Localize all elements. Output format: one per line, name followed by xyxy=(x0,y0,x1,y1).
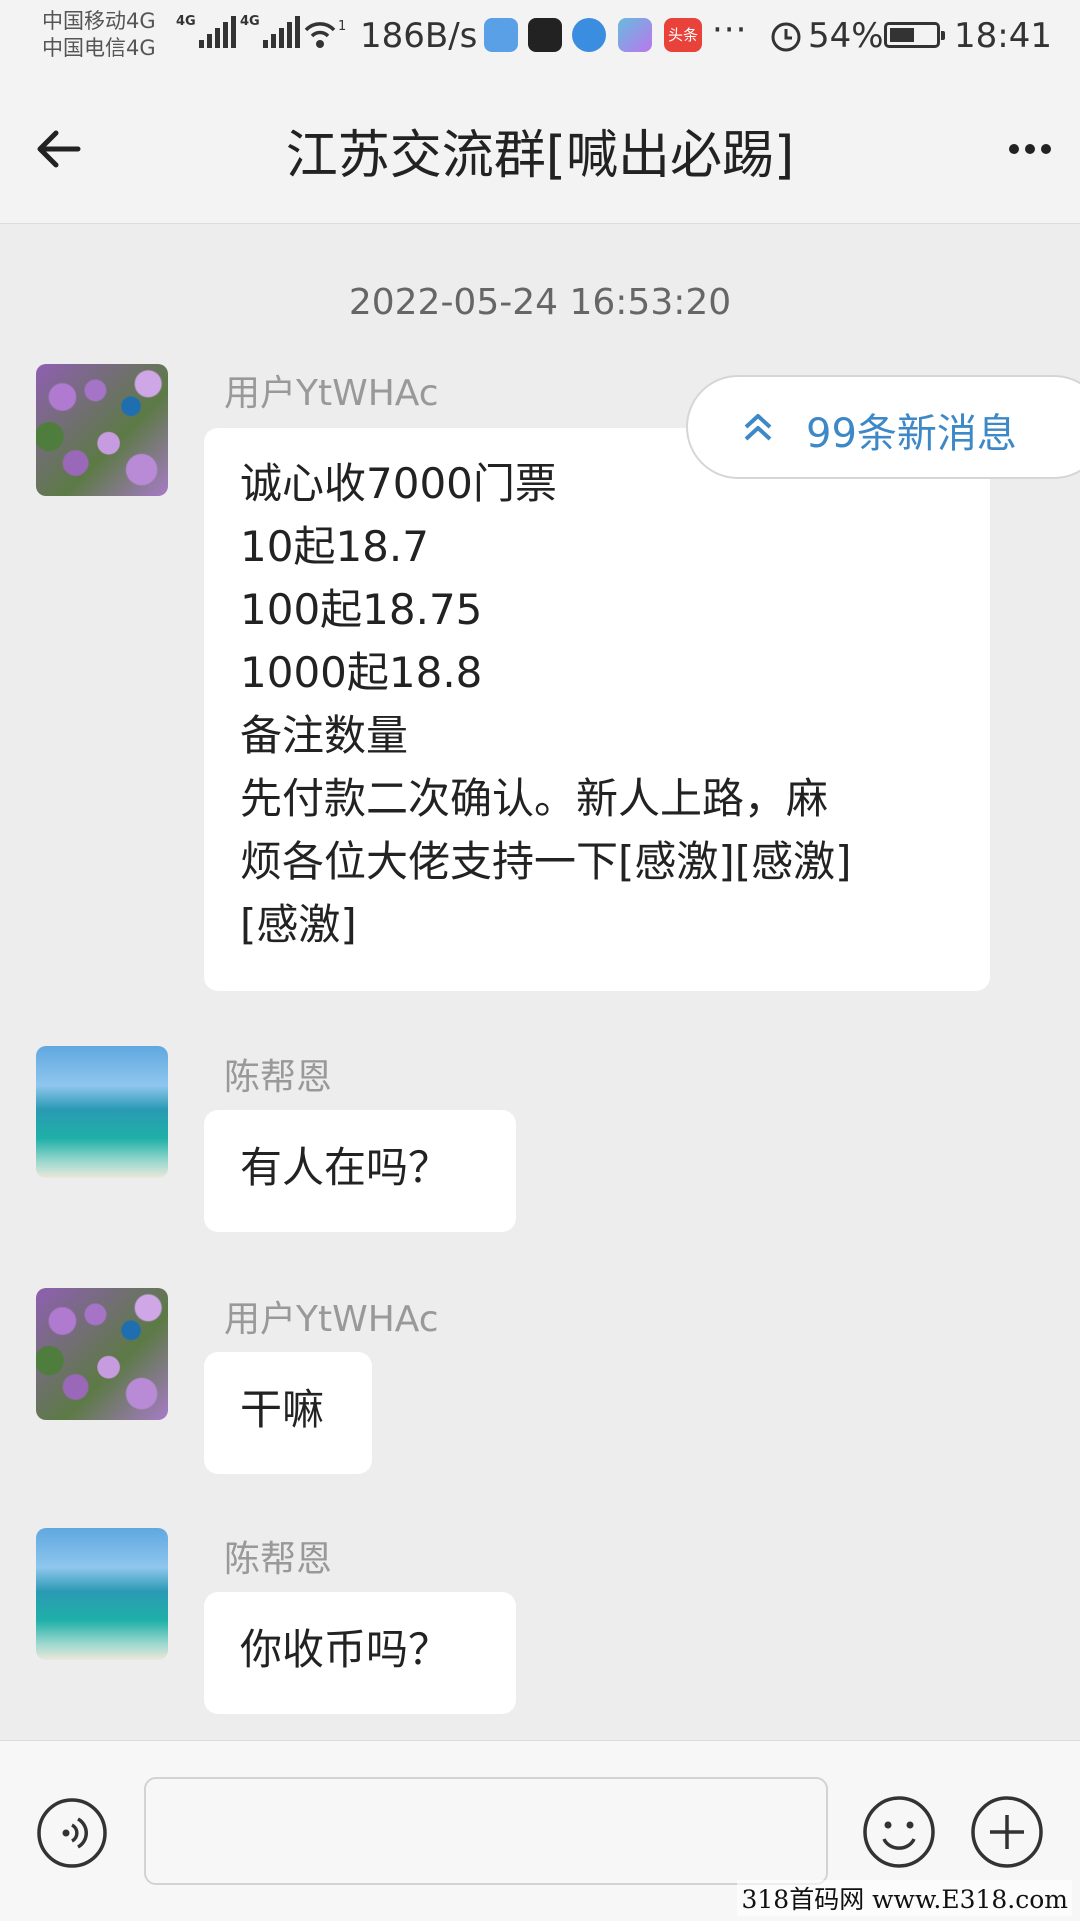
message-line: 有人在吗？ xyxy=(240,1143,451,1192)
message-bubble[interactable]: 有人在吗？ xyxy=(204,1110,516,1232)
signal-1-icon: 4G xyxy=(176,14,236,48)
toutiao-app-icon: 头条 xyxy=(664,18,702,52)
message-bubble[interactable]: 诚心收7000门票 10起18.7 100起18.75 1000起18.8 备注… xyxy=(204,428,990,991)
capcut-app-icon xyxy=(528,18,562,52)
message-line: 备注数量 xyxy=(240,711,409,760)
battery-percent: 54% xyxy=(808,16,884,56)
status-bar: 中国移动4G 中国电信4G 4G 4G 1 186B/s 头条 ··· 54% … xyxy=(0,0,1080,75)
site-watermark: 318首码网 www.E318.com xyxy=(737,1880,1072,1916)
emoji-icon[interactable] xyxy=(862,1795,936,1869)
message-bubble[interactable]: 你收币吗？ xyxy=(204,1592,516,1714)
avatar[interactable] xyxy=(36,1288,168,1420)
message-input[interactable] xyxy=(144,1777,828,1885)
clock: 18:41 xyxy=(954,16,1052,56)
network-speed: 186B/s xyxy=(360,16,478,56)
message-line: 烦各位大佬支持一下[感激][感激] xyxy=(240,837,852,886)
signal-2-icon: 4G xyxy=(240,14,300,48)
message-line: [感激] xyxy=(240,900,357,949)
sender-name: 用户YtWHAc xyxy=(224,1299,439,1340)
plus-icon[interactable] xyxy=(970,1795,1044,1869)
chat-title: 江苏交流群[喊出必踢] xyxy=(285,126,795,186)
message-line: 100起18.75 xyxy=(240,585,483,634)
message-timestamp: 2022-05-24 16:53:20 xyxy=(348,282,732,323)
carrier-info: 中国移动4G 中国电信4G xyxy=(42,8,156,62)
carrier-1: 中国移动4G xyxy=(42,9,156,33)
double-chevron-up-icon xyxy=(744,414,772,441)
app-icon xyxy=(618,18,652,52)
feather-app-icon xyxy=(572,18,606,52)
alarm-icon xyxy=(771,22,801,52)
message-line: 1000起18.8 xyxy=(240,648,483,697)
message-line: 你收币吗？ xyxy=(240,1625,451,1674)
arrow-left-icon[interactable] xyxy=(30,119,90,179)
carrier-2: 中国电信4G xyxy=(42,36,156,60)
battery-icon xyxy=(884,22,945,48)
avatar[interactable] xyxy=(36,1046,168,1178)
new-messages-label: 99条新消息 xyxy=(806,411,1017,457)
new-messages-button[interactable]: 99条新消息 xyxy=(686,375,1080,479)
hotspot-icon: 1 xyxy=(304,19,346,48)
nav-bar: 江苏交流群[喊出必踢] xyxy=(0,75,1080,224)
voice-icon[interactable] xyxy=(36,1797,108,1869)
battery-fill xyxy=(890,28,914,42)
avatar[interactable] xyxy=(36,364,168,496)
svg-text:1: 1 xyxy=(338,19,346,34)
avatar[interactable] xyxy=(36,1528,168,1660)
shield-app-icon xyxy=(484,18,518,52)
message-line: 先付款二次确认。新人上路，麻 xyxy=(240,774,829,823)
message-line: 干嘛 xyxy=(240,1385,325,1434)
more-notifications: ··· xyxy=(712,10,748,50)
message-line: 10起18.7 xyxy=(240,522,429,571)
sender-name: 陈帮恩 xyxy=(224,1539,333,1580)
more-horizontal-icon[interactable] xyxy=(1000,119,1060,179)
message-bubble[interactable]: 干嘛 xyxy=(204,1352,372,1474)
sender-name: 用户YtWHAc xyxy=(224,373,439,414)
sender-name: 陈帮恩 xyxy=(224,1057,333,1098)
